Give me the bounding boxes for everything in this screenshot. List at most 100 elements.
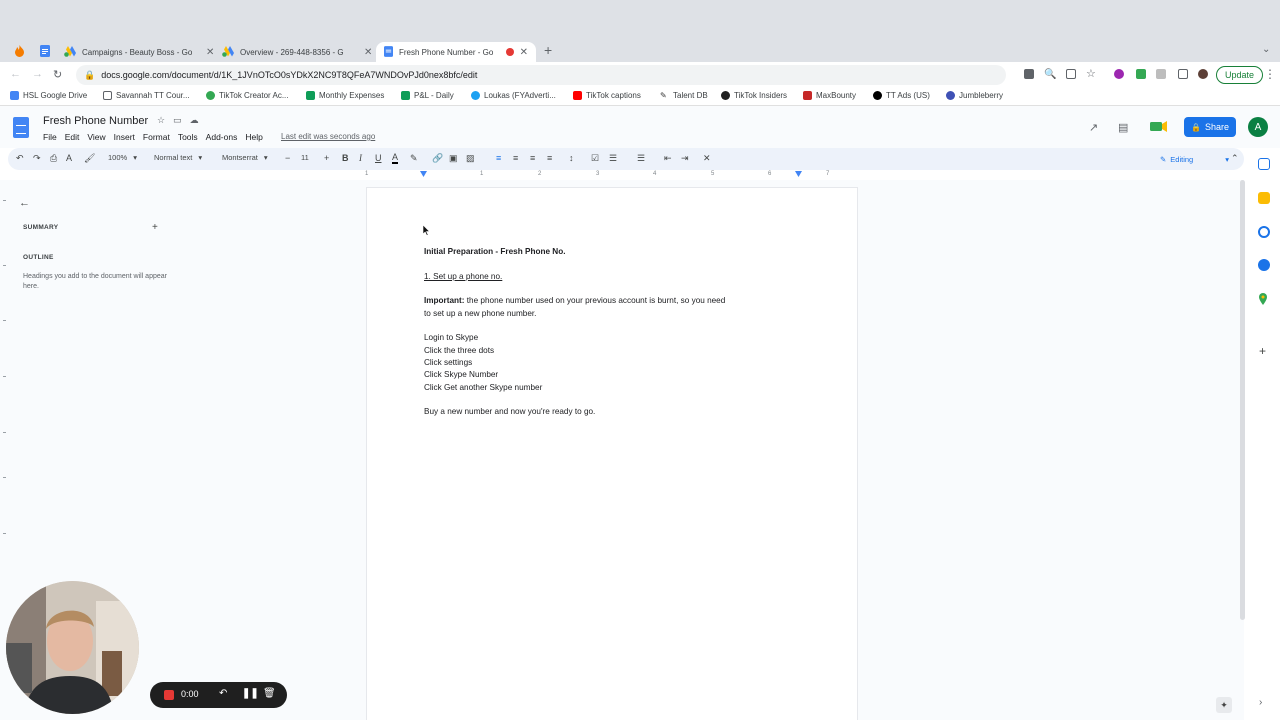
bookmark-item[interactable]: ✎ Talent DB — [660, 91, 708, 100]
close-icon[interactable]: ✕ — [364, 47, 372, 58]
bold-icon[interactable]: B — [342, 153, 349, 163]
restart-icon[interactable]: ↶ — [219, 688, 227, 699]
omnibox[interactable]: 🔒 docs.google.com/document/d/1K_1JVnOTcO… — [76, 65, 1006, 85]
extension-icon[interactable] — [1114, 69, 1124, 79]
fire-icon[interactable] — [11, 43, 27, 59]
bookmark-item[interactable]: TikTok Creator Ac... — [206, 91, 289, 100]
insert-link-icon[interactable]: 🔗 — [432, 153, 443, 164]
increase-font-size-icon[interactable]: + — [324, 153, 329, 163]
add-comment-icon[interactable]: ▣ — [449, 153, 458, 164]
calendar-icon[interactable] — [1258, 158, 1270, 170]
bookmark-item[interactable]: HSL Google Drive — [10, 91, 87, 100]
font-size-input[interactable]: 11 — [301, 153, 309, 162]
paint-format-icon[interactable]: 🖌 — [84, 153, 95, 164]
bookmark-item[interactable]: MaxBounty — [803, 91, 856, 100]
move-folder-icon[interactable]: ▭ — [173, 115, 182, 126]
tasks-icon[interactable] — [1258, 226, 1270, 238]
webcam-bubble[interactable] — [6, 581, 139, 714]
doc-important-line[interactable]: Important: the phone number used on your… — [424, 296, 725, 305]
print-icon[interactable]: ⎙ — [50, 153, 57, 164]
new-tab-button[interactable]: + — [544, 42, 552, 58]
line-spacing-icon[interactable]: ↕ — [569, 153, 574, 163]
bookmark-item[interactable]: Jumbleberry — [946, 91, 1003, 100]
camera-icon[interactable] — [1024, 69, 1034, 79]
profile-icon[interactable] — [1198, 69, 1208, 79]
vertical-scrollbar[interactable] — [1240, 180, 1246, 630]
back-icon[interactable]: ← — [10, 68, 21, 80]
comments-icon[interactable]: ▤ — [1118, 121, 1128, 134]
star-icon[interactable]: ☆ — [1086, 67, 1096, 80]
indent-marker-icon[interactable] — [420, 171, 427, 177]
tab-campaigns[interactable]: Campaigns - Beauty Boss - Go ✕ — [64, 42, 216, 62]
doc-step-line[interactable]: Click the three dots — [424, 346, 494, 355]
contacts-icon[interactable] — [1258, 259, 1270, 271]
share-button[interactable]: 🔒 Share — [1184, 117, 1236, 137]
menu-insert[interactable]: Insert — [114, 132, 135, 142]
browser-menu-icon[interactable]: ⋮ — [1264, 67, 1276, 81]
align-justify-icon[interactable]: ≡ — [547, 153, 552, 163]
extension-icon[interactable] — [1136, 69, 1146, 79]
pause-icon[interactable]: ❚❚ — [242, 688, 259, 699]
increase-indent-icon[interactable]: ⇥ — [681, 153, 689, 164]
last-edit-link[interactable]: Last edit was seconds ago — [281, 132, 375, 141]
document-page[interactable] — [367, 188, 857, 720]
align-center-icon[interactable]: ≡ — [513, 153, 518, 163]
decrease-font-size-icon[interactable]: − — [285, 153, 290, 163]
zoom-icon[interactable]: 🔍 — [1044, 69, 1056, 80]
numbered-list-icon[interactable]: ☰ — [637, 153, 645, 164]
close-icon[interactable]: ✕ — [520, 47, 528, 58]
scrollbar-thumb[interactable] — [1240, 180, 1245, 620]
bookmark-item[interactable]: TT Ads (US) — [873, 91, 930, 100]
bookmark-item[interactable]: TikTok captions — [573, 91, 641, 100]
undo-icon[interactable]: ↶ — [16, 153, 24, 164]
bookmark-item[interactable]: TikTok Insiders — [721, 91, 787, 100]
font-select[interactable]: Montserrat ▾ — [222, 153, 268, 162]
zoom-select[interactable]: 100% ▾ — [108, 153, 137, 162]
bookmark-item[interactable]: Monthly Expenses — [306, 91, 384, 100]
spellcheck-icon[interactable]: A — [66, 153, 72, 163]
highlight-icon[interactable]: ✎ — [410, 153, 418, 164]
doc-important-line-2[interactable]: to set up a new phone number. — [424, 309, 536, 318]
get-addons-icon[interactable]: + — [1259, 344, 1266, 358]
menu-help[interactable]: Help — [245, 132, 262, 142]
expand-panel-icon[interactable]: › — [1259, 697, 1262, 708]
align-left-icon[interactable]: ≡ — [496, 153, 501, 163]
menu-tools[interactable]: Tools — [178, 132, 198, 142]
tab-overview[interactable]: Overview - 269-448-8356 - G ✕ — [222, 42, 374, 62]
redo-icon[interactable]: ↷ — [33, 153, 41, 164]
sidepanel-icon[interactable] — [1178, 69, 1188, 79]
forward-icon[interactable]: → — [32, 68, 43, 80]
reload-icon[interactable]: ↻ — [53, 68, 62, 81]
checklist-icon[interactable]: ☑ — [591, 153, 599, 164]
style-select[interactable]: Normal text ▾ — [154, 153, 202, 162]
bookmark-item[interactable]: Savannah TT Cour... — [103, 91, 190, 100]
doc-step-line[interactable]: Login to Skype — [424, 333, 478, 342]
explore-icon[interactable]: ✦ — [1216, 697, 1232, 713]
doc-step-line[interactable]: Click settings — [424, 358, 472, 367]
clear-formatting-icon[interactable]: ✕ — [703, 153, 711, 164]
align-right-icon[interactable]: ≡ — [530, 153, 535, 163]
star-icon[interactable]: ☆ — [157, 115, 165, 126]
doc-closing-line[interactable]: Buy a new number and now you're ready to… — [424, 407, 595, 416]
bookmark-item[interactable]: Loukas (FYAdverti... — [471, 91, 556, 100]
google-docs-logo-icon[interactable] — [13, 117, 29, 138]
update-button[interactable]: Update — [1216, 66, 1264, 84]
editing-mode-select[interactable]: ✎ Editing ▾ — [1154, 151, 1235, 167]
close-icon[interactable]: ✕ — [206, 47, 214, 58]
google-docs-icon[interactable] — [37, 43, 53, 59]
tab-search-icon[interactable]: ⌄ — [1262, 44, 1270, 55]
bulleted-list-icon[interactable]: ☰ — [609, 153, 617, 164]
document-title[interactable]: Fresh Phone Number — [43, 115, 148, 127]
collapse-menus-icon[interactable]: ⌃ — [1231, 153, 1239, 164]
menu-view[interactable]: View — [87, 132, 105, 142]
right-margin-marker-icon[interactable] — [795, 171, 802, 177]
avatar[interactable]: A — [1248, 117, 1268, 137]
underline-icon[interactable]: U — [375, 153, 382, 163]
keep-icon[interactable] — [1258, 192, 1270, 204]
add-summary-icon[interactable]: + — [152, 222, 158, 233]
bookmark-item[interactable]: P&L - Daily — [401, 91, 454, 100]
text-color-icon[interactable]: A — [392, 153, 399, 164]
doc-step-heading[interactable]: 1. Set up a phone no. — [424, 272, 502, 281]
delete-icon[interactable]: 🗑 — [263, 688, 276, 699]
activity-trend-icon[interactable]: ↗ — [1089, 121, 1098, 134]
